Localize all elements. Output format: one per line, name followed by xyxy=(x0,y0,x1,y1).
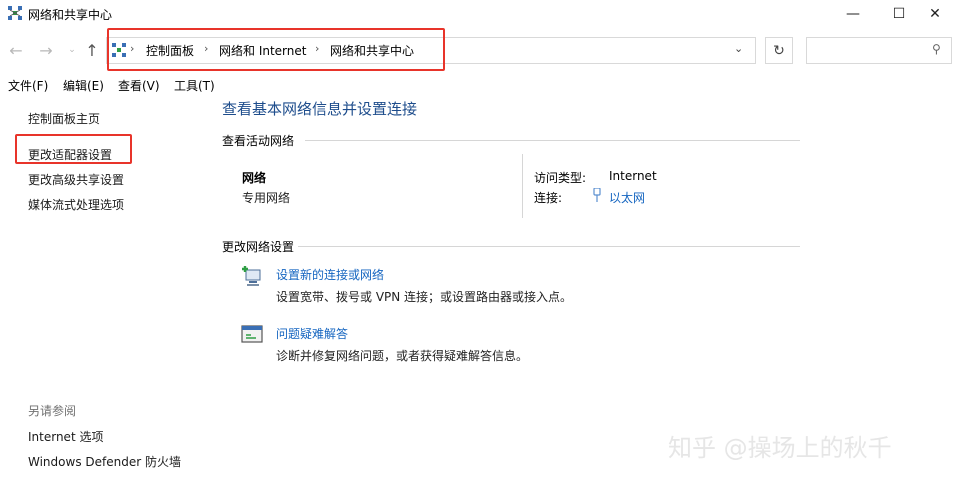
access-type-label: 访问类型: xyxy=(534,171,587,185)
network-divider xyxy=(522,154,523,218)
refresh-icon: ↻ xyxy=(773,42,785,59)
up-arrow-icon: ↑ xyxy=(85,40,99,60)
new-connection-icon xyxy=(242,266,261,286)
up-button[interactable]: ↑ xyxy=(82,38,102,62)
section-divider xyxy=(298,246,800,247)
forward-arrow-icon: → xyxy=(39,40,53,60)
search-icon[interactable]: ⚲ xyxy=(932,42,941,56)
sidebar-item-advanced-sharing[interactable]: 更改高级共享设置 xyxy=(28,171,124,188)
close-button[interactable]: ✕ xyxy=(912,0,955,28)
close-icon: ✕ xyxy=(929,6,941,22)
troubleshoot-icon xyxy=(241,325,263,343)
search-input[interactable] xyxy=(806,37,952,64)
title-bar xyxy=(0,0,955,28)
connections-label: 连接: xyxy=(534,191,563,205)
menu-file[interactable]: 文件(F) xyxy=(8,77,48,94)
see-also-heading: 另请参阅 xyxy=(28,404,77,418)
access-type-value: Internet xyxy=(609,169,657,183)
network-profile[interactable]: 专用网络 xyxy=(242,189,290,206)
minimize-button[interactable]: — xyxy=(830,0,876,28)
troubleshoot-link[interactable]: 问题疑难解答 xyxy=(276,325,348,342)
troubleshoot-description: 诊断并修复网络问题，或者获得疑难解答信息。 xyxy=(276,349,529,363)
see-also-internet-options[interactable]: Internet 选项 xyxy=(28,428,103,445)
maximize-icon: ☐ xyxy=(892,6,906,22)
page-title: 查看基本网络信息并设置连接 xyxy=(222,100,418,118)
forward-button[interactable]: → xyxy=(36,38,56,62)
active-networks-heading: 查看活动网络 xyxy=(222,134,295,148)
chevron-down-icon: ⌄ xyxy=(68,45,76,55)
sidebar-item-media-streaming[interactable]: 媒体流式处理选项 xyxy=(28,196,124,213)
menu-view[interactable]: 查看(V) xyxy=(118,77,160,94)
setup-new-connection-link[interactable]: 设置新的连接或网络 xyxy=(276,266,384,283)
connection-ethernet-link[interactable]: 以太网 xyxy=(609,189,645,206)
setup-new-connection-description: 设置宽带、拨号或 VPN 连接；或设置路由器或接入点。 xyxy=(276,290,573,304)
address-dropdown-icon[interactable]: ⌄ xyxy=(734,42,743,55)
window-title: 网络和共享中心 xyxy=(28,8,113,22)
minimize-icon: — xyxy=(846,6,860,22)
zhihu-watermark: 知乎 @操场上的秋千 xyxy=(668,434,892,462)
change-settings-heading: 更改网络设置 xyxy=(222,240,295,254)
address-highlight-box xyxy=(107,28,445,71)
see-also-defender-firewall[interactable]: Windows Defender 防火墙 xyxy=(28,453,181,470)
adapter-highlight-box xyxy=(15,134,132,164)
sidebar-item-control-panel-home[interactable]: 控制面板主页 xyxy=(28,110,100,127)
ethernet-icon xyxy=(593,188,601,202)
network-center-icon xyxy=(8,6,22,20)
menu-edit[interactable]: 编辑(E) xyxy=(63,77,104,94)
back-button[interactable]: ← xyxy=(6,38,26,62)
refresh-button[interactable]: ↻ xyxy=(765,37,793,64)
section-divider xyxy=(305,140,800,141)
menu-tools[interactable]: 工具(T) xyxy=(174,77,215,94)
network-name: 网络 xyxy=(242,171,267,185)
back-arrow-icon: ← xyxy=(9,40,23,60)
recent-locations-button[interactable]: ⌄ xyxy=(62,38,82,62)
